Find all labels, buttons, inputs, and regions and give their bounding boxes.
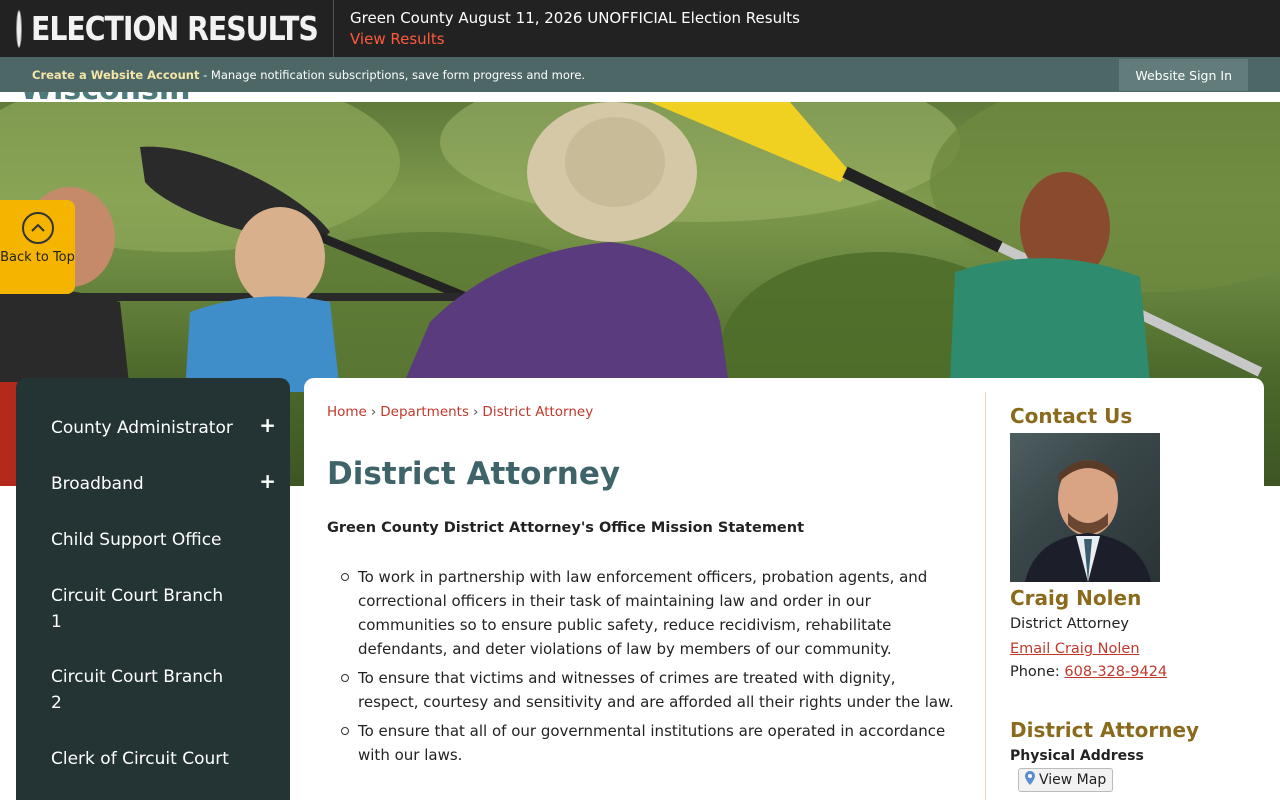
physical-address-label: Physical Address [1010,748,1144,764]
breadcrumb-separator: › [370,404,377,420]
main-content-card: Home › Departments › District Attorney Distr… [304,378,1264,800]
view-results-link[interactable]: View Results [350,29,800,50]
sidebar-item-label: Circuit Court Branch 1 [51,586,224,632]
contact-phone: Phone: 608-328-9424 [1010,664,1250,680]
sidebar-item-circuit-court-branch-2[interactable]: Circuit Court Branch 2 [16,649,290,731]
sidebar-item-clerk-of-circuit-court[interactable]: Clerk of Circuit Court [16,731,290,787]
election-results-brand[interactable]: ELECTION RESULTS [0,0,334,57]
alert-title: Green County August 11, 2026 UNOFFICIAL … [350,8,800,27]
sidebar-nav: County Administrator + Broadband + Child… [16,378,290,800]
breadcrumb: Home › Departments › District Attorney [327,404,593,420]
contact-role: District Attorney [1010,616,1129,632]
mission-item: To ensure that all of our governmental i… [341,719,958,767]
red-alert-dot-icon [17,10,21,47]
sidebar-item-label: Circuit Court Branch 2 [51,667,224,713]
expand-plus-icon[interactable]: + [259,413,276,437]
election-alert-bar: ELECTION RESULTS Green County August 11,… [0,0,1280,57]
account-bar: Create a Website Account - Manage notifi… [0,57,1280,92]
contact-us-heading: Contact Us [1010,404,1133,428]
contact-name: Craig Nolen [1010,586,1142,610]
sidebar-item-circuit-court-branch-1[interactable]: Circuit Court Branch 1 [16,568,290,649]
map-pin-icon [1025,771,1035,789]
expand-plus-icon[interactable]: + [259,469,276,493]
breadcrumb-separator: › [473,404,479,420]
district-attorney-heading: District Attorney [1010,718,1200,742]
sidebar-item-child-support-office[interactable]: Child Support Office [16,512,290,568]
back-to-top-button[interactable]: Back to Top [0,200,75,294]
mission-item: To ensure that victims and witnesses of … [341,666,958,714]
account-description: - Manage notification subscriptions, sav… [199,67,586,82]
create-account-link[interactable]: Create a Website Account [32,68,199,82]
back-to-top-label: Back to Top [0,250,75,265]
mission-heading: Green County District Attorney's Office … [327,520,805,536]
chevron-up-icon [21,212,54,244]
sidebar-item-label: Broadband [51,474,144,494]
mission-list: To work in partnership with law enforcem… [341,565,958,772]
breadcrumb-departments-link[interactable]: Departments [380,404,469,420]
website-sign-in-button[interactable]: Website Sign In [1119,59,1248,91]
column-divider [985,392,986,800]
sidebar-item-label: County Administrator [51,418,233,438]
phone-label: Phone: [1010,664,1065,680]
sidebar-item-label: Child Support Office [51,530,222,550]
election-results-title: ELECTION RESULTS [31,9,319,48]
breadcrumb-current-link[interactable]: District Attorney [482,404,593,420]
breadcrumb-home-link[interactable]: Home [327,404,367,420]
craig-nolen-photo [1010,433,1160,582]
phone-link[interactable]: 608-328-9424 [1064,664,1167,680]
email-link[interactable]: Email Craig Nolen [1010,641,1140,657]
site-logo-peek[interactable]: Wisconsin [20,92,190,102]
contact-us-panel: Contact Us Craig Nolen District Attorney… [1010,404,1250,792]
account-message: Create a Website Account - Manage notifi… [0,68,585,82]
header-strip: Wisconsin [0,92,1280,102]
sidebar-item-label: Clerk of Circuit Court [51,749,229,769]
mission-item: To work in partnership with law enforcem… [341,565,958,661]
view-map-label: View Map [1039,772,1107,788]
sidebar-item-county-administrator[interactable]: County Administrator + [16,400,290,456]
view-map-button[interactable]: View Map [1018,768,1114,792]
alert-message: Green County August 11, 2026 UNOFFICIAL … [334,8,800,50]
page-title: District Attorney [327,456,621,492]
sidebar-item-broadband[interactable]: Broadband + [16,456,290,512]
